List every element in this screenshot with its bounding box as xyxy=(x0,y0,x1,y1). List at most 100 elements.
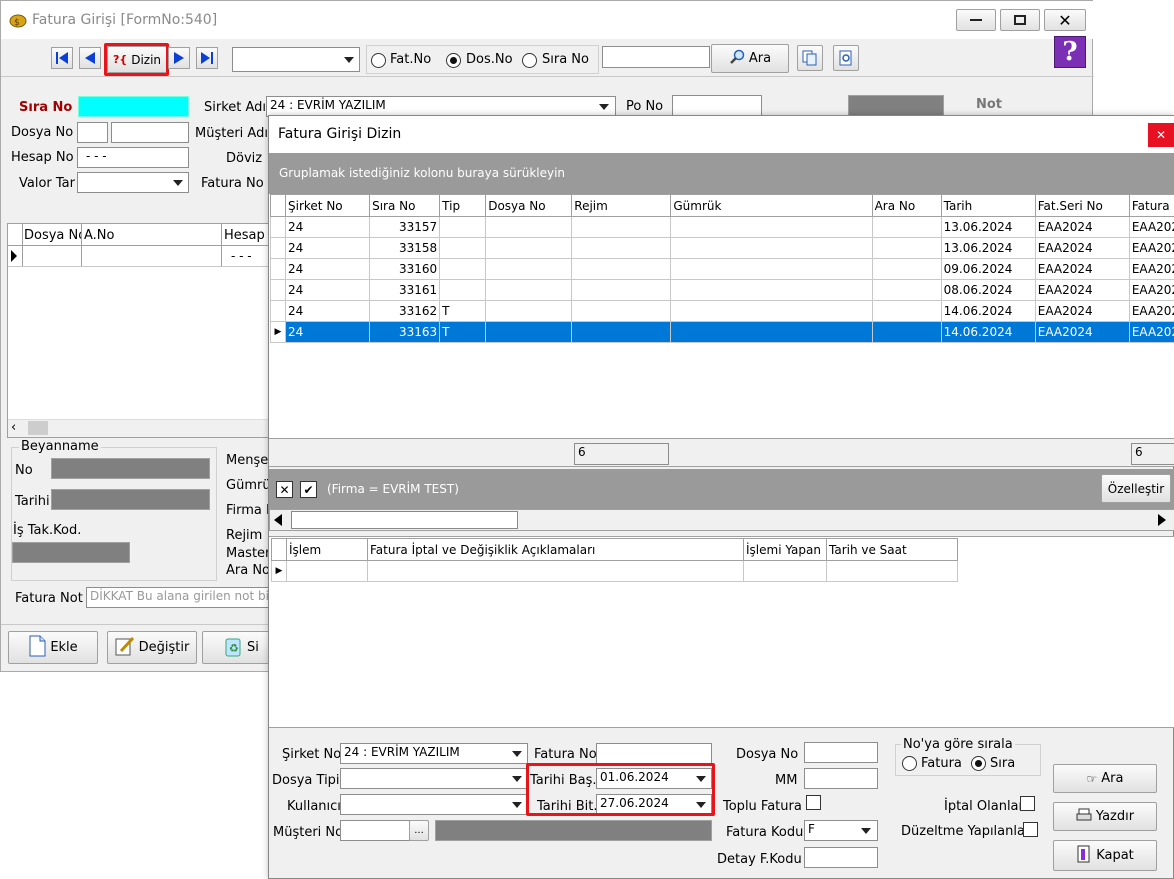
search-type-combo[interactable] xyxy=(232,47,360,72)
grid-col-dosya-no[interactable]: Dosya No xyxy=(24,228,82,243)
fatura-not-field[interactable]: DİKKAT Bu alana girilen not bil xyxy=(86,587,276,608)
group-by-panel[interactable]: Gruplamak istediğiniz kolonu buraya sürü… xyxy=(269,153,1174,194)
radio-fatno[interactable] xyxy=(371,53,386,68)
col-rejim[interactable]: Rejim xyxy=(571,194,672,217)
ekle-button[interactable]: Ekle xyxy=(8,631,98,664)
table-row[interactable]: 2433160 09.06.2024EAA2024EAA202 xyxy=(269,258,1174,280)
table-row[interactable]: 2433162T 14.06.2024EAA2024EAA202 xyxy=(269,300,1174,322)
ozellestir-button[interactable]: Özelleştir xyxy=(1101,474,1171,503)
cell xyxy=(871,216,942,238)
maximize-icon xyxy=(1014,15,1026,25)
maximize-button[interactable] xyxy=(1000,9,1040,31)
sort-sira-radio[interactable] xyxy=(971,756,986,771)
f-sirket-no-combo[interactable]: 24 : EVRİM YAZILIM xyxy=(340,743,528,764)
table-row[interactable]: 2433161 08.06.2024EAA2024EAA202 xyxy=(269,279,1174,301)
scroll-right-icon[interactable] xyxy=(1158,514,1166,526)
dizin-dialog: Fatura Girişi Dizin ✕ Gruplamak istediği… xyxy=(268,115,1174,879)
col-sirket-no[interactable]: Şirket No xyxy=(285,194,371,217)
filter-text[interactable]: (Firma = EVRİM TEST) xyxy=(327,482,459,496)
scroll-thumb[interactable] xyxy=(291,511,518,529)
f-toplu-fatura-checkbox[interactable] xyxy=(806,795,821,810)
log-row[interactable]: ▶ xyxy=(271,560,958,582)
table-row-selected[interactable]: ▶2433163T14.06.2024EAA2024EAA202 xyxy=(269,321,1174,343)
log-col-islem[interactable]: İşlem xyxy=(286,538,368,561)
scroll-thumb[interactable] xyxy=(28,421,48,435)
hesap-no-field[interactable]: - - - xyxy=(77,147,189,168)
col-ara-no[interactable]: Ara No xyxy=(871,194,942,217)
col-sira-no[interactable]: Sıra No xyxy=(369,194,441,217)
f-musteri-lookup-button[interactable]: ... xyxy=(409,820,429,841)
ara-button[interactable]: ☞ Ara xyxy=(1053,764,1157,793)
cell xyxy=(670,300,873,322)
f-detay-fkodu-field[interactable] xyxy=(804,847,878,868)
f-iptal-olanlar-checkbox[interactable] xyxy=(1020,796,1035,811)
sira-no-field[interactable] xyxy=(78,96,189,117)
col-fatura[interactable]: Fatura xyxy=(1128,194,1174,217)
dosya-no-field-2[interactable] xyxy=(111,122,189,143)
filter-enabled-checkbox[interactable]: ✔ xyxy=(300,481,317,498)
next-record-button[interactable] xyxy=(168,47,190,69)
f-duzeltme-checkbox[interactable] xyxy=(1023,822,1038,837)
first-record-button[interactable] xyxy=(51,47,73,69)
scroll-left-icon[interactable]: ‹ xyxy=(11,420,16,435)
kapat-button[interactable]: Kapat xyxy=(1053,840,1157,871)
col-gumruk[interactable]: Gümrük xyxy=(670,194,873,217)
clear-filter-button[interactable]: ✕ xyxy=(276,481,293,498)
col-fat-seri-no[interactable]: Fat.Seri No xyxy=(1034,194,1130,217)
preview-button[interactable] xyxy=(833,45,859,71)
yazdir-button[interactable]: Yazdır xyxy=(1053,802,1157,831)
table-row[interactable]: 2433157 13.06.2024EAA2024EAA202 xyxy=(269,216,1174,238)
f-dosya-no-field[interactable] xyxy=(804,742,878,763)
cell: 33158 xyxy=(369,237,441,259)
log-col-islemi-yapan[interactable]: İşlemi Yapan xyxy=(743,538,827,561)
po-no-label: Po No xyxy=(626,99,664,114)
minimize-button[interactable] xyxy=(956,9,996,31)
cell: EAA2024 xyxy=(1034,321,1130,343)
sirket-adi-combo[interactable]: 24 : EVRİM YAZILIM xyxy=(266,96,616,117)
search-button[interactable]: Ara xyxy=(711,44,789,73)
prev-record-button[interactable] xyxy=(79,47,101,69)
beyanname-tarihi-field[interactable] xyxy=(51,489,210,510)
f-dosya-tipi-combo[interactable] xyxy=(340,768,528,789)
f-mm-field[interactable] xyxy=(804,768,878,789)
f-fatura-no-field[interactable] xyxy=(596,743,712,764)
po-no-field[interactable] xyxy=(672,95,762,116)
f-musteri-no-field[interactable] xyxy=(340,820,410,841)
exit-door-icon xyxy=(1076,845,1092,867)
col-dosya-no[interactable]: Dosya No xyxy=(485,194,573,217)
close-icon: ✕ xyxy=(279,482,290,497)
copy-button[interactable] xyxy=(797,45,823,71)
radio-dosno[interactable] xyxy=(446,53,461,68)
cell xyxy=(439,237,487,259)
cell: 24 xyxy=(285,321,371,343)
recycle-icon: ♻ xyxy=(223,635,243,661)
close-button[interactable]: ✕ xyxy=(1044,9,1086,31)
sort-fatura-radio[interactable] xyxy=(902,756,917,771)
not-label: Not xyxy=(976,97,1003,112)
help-icon: ? xyxy=(1062,37,1078,67)
col-tip[interactable]: Tip xyxy=(439,194,487,217)
cell: 14.06.2024 xyxy=(940,321,1036,343)
grid-col-hesap[interactable]: Hesap xyxy=(224,228,265,243)
degistir-button[interactable]: Değiştir xyxy=(107,631,197,664)
dosya-no-field-1[interactable] xyxy=(77,122,108,143)
valor-tar-combo[interactable] xyxy=(77,172,189,193)
table-row[interactable]: 2433158 13.06.2024EAA2024EAA202 xyxy=(269,237,1174,259)
scroll-left-icon[interactable] xyxy=(274,514,282,526)
radio-sirano[interactable] xyxy=(522,53,537,68)
help-button[interactable]: ? xyxy=(1054,36,1086,68)
chevron-down-icon xyxy=(512,802,522,808)
search-input[interactable] xyxy=(602,46,710,68)
last-record-button[interactable] xyxy=(196,47,218,69)
beyanname-no-field[interactable] xyxy=(51,458,210,479)
grid-col-a-no[interactable]: A.No xyxy=(84,228,114,243)
f-kullanici-combo[interactable] xyxy=(340,794,528,815)
dosya-no-label: Dosya No xyxy=(11,125,74,140)
log-col-aciklama[interactable]: Fatura İptal ve Değişiklik Açıklamaları xyxy=(367,538,744,561)
col-tarih[interactable]: Tarih xyxy=(940,194,1036,217)
dialog-close-button[interactable]: ✕ xyxy=(1148,123,1174,147)
cell: 24 xyxy=(285,237,371,259)
log-col-tarih-saat[interactable]: Tarih ve Saat xyxy=(826,538,958,561)
is-tak-kod-field[interactable] xyxy=(12,542,130,563)
chevron-down-icon xyxy=(344,57,354,63)
